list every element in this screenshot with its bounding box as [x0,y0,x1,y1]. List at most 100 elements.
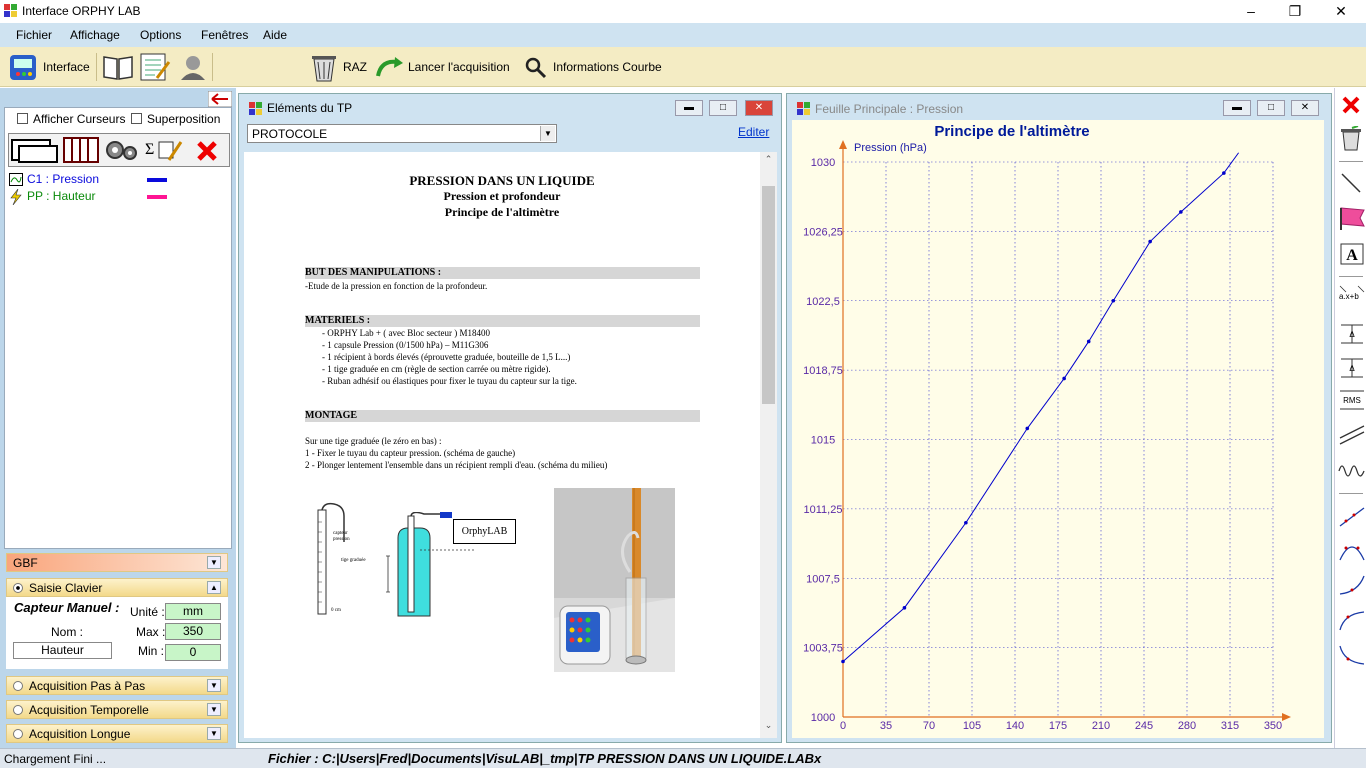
linear-fit-icon[interactable] [1338,506,1366,528]
toolbar-separator [96,53,97,81]
expand-icon[interactable]: ▼ [207,727,221,740]
doc-subtitle: Pression et profondeur [443,189,561,203]
superposition-checkbox[interactable] [131,113,142,124]
maximize-button[interactable]: ❐ [1272,0,1318,23]
protocol-select-value: PROTOCOLE [252,127,328,141]
acquisition-pas-section[interactable]: Acquisition Pas à Pas ▼ [6,676,228,695]
menu-affichage[interactable]: Affichage [70,28,120,42]
delete-x-icon[interactable] [193,138,221,164]
flag-marker-icon[interactable] [1338,204,1366,230]
pressure-chart[interactable]: Principe de l'altimètre Pression (hPa) 0… [792,120,1324,738]
close-red-x-icon[interactable] [1341,96,1361,114]
trash-icon[interactable] [1340,126,1362,152]
min-input[interactable]: 0 [165,644,221,661]
channel-c1-color[interactable] [147,178,167,182]
chart-area[interactable]: Principe de l'altimètre Pression (hPa) 0… [792,120,1324,738]
max-label: Max : [136,625,166,639]
curves-window-icon[interactable] [11,136,59,164]
data-point [1062,376,1066,381]
acquisition-temporelle-radio[interactable] [13,705,23,715]
montage-line: 2 - Plonger lentement l'ensemble dans un… [305,460,608,470]
tp-restore-button[interactable]: □ [709,100,737,116]
menu-fenetres[interactable]: Fenêtres [201,28,248,42]
exp-fit-icon[interactable] [1338,574,1366,596]
decay-fit-icon[interactable] [1338,644,1366,666]
chart-restore-button[interactable]: □ [1257,100,1285,116]
channel-pp-color[interactable] [147,195,167,199]
protocol-select[interactable]: PROTOCOLE ▼ [247,124,557,143]
interface-label[interactable]: Interface [43,60,90,74]
data-point [1148,239,1152,244]
x-tick-label: 350 [1264,720,1282,732]
acquisition-temporelle-section[interactable]: Acquisition Temporelle ▼ [6,700,228,719]
channel-pp-label[interactable]: PP : Hauteur [27,189,95,203]
y-tick-label: 1003,75 [803,643,843,655]
formula-edit-icon[interactable]: Σ [143,136,185,164]
expand-icon[interactable]: ▼ [207,703,221,716]
start-acquisition-icon[interactable] [375,56,405,80]
scroll-up-icon[interactable]: ⌃ [760,154,777,168]
minimize-button[interactable]: – [1228,0,1274,23]
sine-wave-icon[interactable] [1338,460,1366,482]
curve-info-label[interactable]: Informations Courbe [553,60,662,74]
close-button[interactable]: ✕ [1318,0,1364,23]
materiel-item: - 1 capsule Pression (0/1500 hPa) – M11G… [322,340,489,350]
section-montage: MONTAGE [305,410,700,422]
rms-tool-icon[interactable]: RMS [1338,388,1366,412]
magnifier-icon[interactable] [524,56,548,80]
user-help-icon[interactable] [177,52,209,82]
saisie-clavier-radio[interactable] [13,583,23,593]
expand-icon[interactable]: ▼ [207,679,221,692]
menu-options[interactable]: Options [140,28,181,42]
x-tick-label: 0 [840,720,846,732]
edit-link[interactable]: Editer [738,125,769,139]
scroll-thumb[interactable] [762,186,775,404]
book-icon[interactable] [102,53,134,81]
dropdown-arrow-icon[interactable]: ▼ [540,126,555,141]
collapse-arrow-icon[interactable] [208,91,232,107]
edit-sheet-icon[interactable] [139,52,171,82]
gbf-section[interactable]: GBF ▼ [6,553,228,572]
parallel-lines-icon[interactable] [1338,424,1366,446]
chart-close-button[interactable]: ✕ [1291,100,1319,116]
trash-icon[interactable] [310,53,338,83]
saisie-clavier-section[interactable]: Saisie Clavier ▲ [6,578,228,597]
acquisition-longue-radio[interactable] [13,729,23,739]
nom-input[interactable]: Hauteur [13,642,112,659]
chart-minimize-button[interactable]: ▬ [1223,100,1251,116]
unite-input[interactable]: mm [165,603,221,620]
table-columns-icon[interactable] [63,136,99,164]
delta-measure-2-icon[interactable]: Δ [1339,356,1365,380]
expand-icon[interactable]: ▼ [207,556,221,569]
menu-fichier[interactable]: Fichier [16,28,52,42]
data-point [964,520,968,525]
log-fit-icon[interactable] [1338,610,1366,632]
tp-close-button[interactable]: ✕ [745,100,773,116]
line-tool-icon[interactable] [1340,172,1362,194]
menu-aide[interactable]: Aide [263,28,287,42]
regression-tool-icon[interactable]: a.x+b [1338,284,1366,306]
acquisition-longue-section[interactable]: Acquisition Longue ▼ [6,724,228,743]
channel-toolbar: Σ [8,133,230,167]
acquisition-pas-radio[interactable] [13,681,23,691]
tp-minimize-button[interactable]: ▬ [675,100,703,116]
delta-measure-icon[interactable]: Δ [1339,322,1365,346]
status-bar: Chargement Fini ... Fichier : C:|Users|F… [0,748,1366,768]
settings-gears-icon[interactable] [103,136,139,164]
collapse-icon[interactable]: ▲ [207,581,221,594]
max-input[interactable]: 350 [165,623,221,640]
scroll-down-icon[interactable]: ⌄ [760,720,777,734]
tp-window-title: Eléments du TP [267,101,353,115]
afficher-curseurs-checkbox[interactable] [17,113,28,124]
raz-label[interactable]: RAZ [343,60,367,74]
x-tick-label: 70 [923,720,935,732]
start-acquisition-label[interactable]: Lancer l'acquisition [408,60,510,74]
text-tool-icon[interactable]: A [1340,243,1364,265]
window-icon [249,102,262,115]
parabola-fit-icon[interactable] [1338,540,1366,562]
lightning-icon [10,189,22,205]
interface-icon[interactable] [8,52,40,82]
doc-scrollbar[interactable]: ⌃ ⌄ [760,152,777,738]
channel-c1-label[interactable]: C1 : Pression [27,172,99,186]
fig-orphylab-box: OrphyLAB [453,519,516,544]
